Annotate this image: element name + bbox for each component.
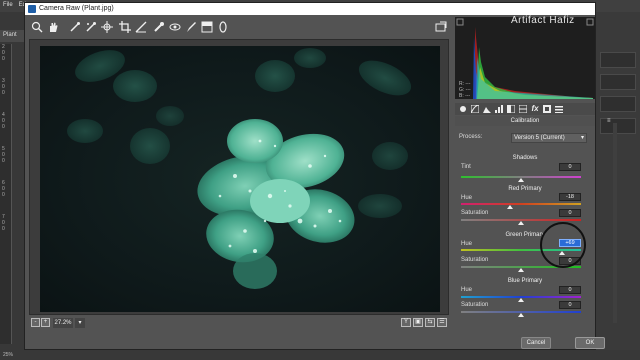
red-hue-label: Hue — [461, 195, 473, 201]
swap-settings-button[interactable]: ⇆ — [425, 318, 435, 327]
zoom-tool-icon[interactable] — [31, 21, 43, 33]
ok-button[interactable]: OK — [575, 337, 605, 349]
slider-thumb[interactable] — [518, 313, 524, 317]
shadows-tint-label: Tint — [461, 164, 471, 170]
effects-icon[interactable]: fx — [531, 105, 539, 113]
split-toning-icon[interactable] — [506, 104, 516, 114]
document-tab[interactable]: Plant — [0, 30, 26, 42]
rgb-readout: R: --- G: --- B: --- — [459, 81, 471, 99]
before-after-toggle-button[interactable]: Y — [401, 318, 411, 327]
chevron-down-icon: ▾ — [580, 135, 584, 141]
red-primary-section-title: Red Primary — [508, 186, 542, 192]
slider-thumb[interactable] — [518, 298, 524, 302]
shadows-tint-value[interactable]: 0 — [559, 163, 581, 171]
zoom-status: 25% — [3, 352, 14, 358]
zoom-level[interactable]: 27.2% — [53, 318, 73, 328]
panel-title: Calibration — [455, 116, 595, 126]
zoom-dropdown[interactable]: ▾ — [75, 318, 85, 328]
plant-photo-preview — [40, 46, 440, 312]
vertical-ruler: 200 300 400 500 600 700 — [0, 44, 12, 344]
radial-filter-tool-icon[interactable] — [217, 21, 229, 33]
menu-file[interactable]: File — [0, 0, 16, 10]
shadows-section-title: Shadows — [512, 155, 538, 161]
targeted-adjustment-tool-icon[interactable] — [101, 21, 113, 33]
blue-hue-value[interactable]: 0 — [559, 286, 581, 294]
blue-saturation-slider[interactable] — [461, 311, 581, 317]
red-eye-tool-icon[interactable] — [169, 21, 181, 33]
red-hue-value[interactable]: -18 — [559, 193, 581, 201]
camera-raw-dialog: Camera Raw (Plant.jpg) - + 27.2% ▾ Y ▣ ⇆… — [24, 2, 617, 350]
slider-thumb[interactable] — [518, 268, 524, 272]
detail-icon[interactable] — [483, 105, 491, 113]
zoom-out-button[interactable]: - — [31, 318, 40, 327]
green-hue-label: Hue — [461, 241, 473, 247]
white-balance-tool-icon[interactable] — [69, 21, 81, 33]
process-label: Process: — [459, 134, 483, 140]
calibration-icon[interactable] — [543, 105, 551, 113]
green-saturation-label: Saturation — [461, 257, 489, 263]
lens-corrections-icon[interactable] — [518, 104, 528, 114]
panel-scrollbar[interactable] — [613, 123, 617, 323]
ps-panel-slot[interactable] — [600, 96, 636, 112]
hsl-icon[interactable] — [495, 105, 503, 113]
red-saturation-label: Saturation — [461, 210, 489, 216]
toolbar — [25, 15, 451, 39]
photoshop-app-icon — [28, 5, 36, 13]
magnifier-highlight-circle — [540, 222, 586, 268]
watermark-text: Artifact Hafiz — [511, 15, 575, 26]
slider-thumb[interactable] — [507, 205, 514, 209]
photoshop-statusbar: 25% — [0, 350, 640, 360]
straighten-tool-icon[interactable] — [135, 21, 147, 33]
zoom-in-button[interactable]: + — [41, 318, 50, 327]
ps-panel-slot[interactable] — [600, 74, 636, 90]
tone-curve-icon[interactable] — [470, 104, 480, 114]
ps-panel-slot[interactable] — [600, 118, 636, 134]
blue-saturation-value[interactable]: 0 — [559, 301, 581, 309]
slider-thumb[interactable] — [518, 221, 524, 225]
color-sampler-tool-icon[interactable] — [85, 21, 97, 33]
dialog-titlebar: Camera Raw (Plant.jpg) — [25, 3, 595, 15]
blue-hue-slider[interactable] — [461, 296, 581, 302]
before-after-split-button[interactable]: ▣ — [413, 318, 423, 327]
slider-thumb[interactable] — [518, 178, 524, 182]
preview-preferences-button[interactable]: ☰ — [437, 318, 447, 327]
panel-tabs: fx — [455, 103, 595, 115]
blue-saturation-label: Saturation — [461, 302, 489, 308]
spot-removal-tool-icon[interactable] — [153, 21, 165, 33]
red-hue-slider[interactable] — [461, 203, 581, 209]
basic-panel-icon[interactable] — [459, 105, 467, 113]
blue-hue-label: Hue — [461, 287, 473, 293]
graduated-filter-tool-icon[interactable] — [201, 21, 213, 33]
red-saturation-slider[interactable] — [461, 219, 581, 225]
blue-primary-section-title: Blue Primary — [507, 278, 543, 284]
cancel-button[interactable]: Cancel — [521, 337, 551, 349]
red-saturation-value[interactable]: 0 — [559, 209, 581, 217]
dialog-title: Camera Raw (Plant.jpg) — [39, 5, 114, 12]
photoshop-right-panels — [596, 12, 640, 350]
preview-bottom-bar: - + 27.2% ▾ Y ▣ ⇆ ☰ — [29, 316, 449, 330]
shadows-tint-slider[interactable] — [461, 176, 581, 182]
process-version-select[interactable]: Version 5 (Current) ▾ — [511, 133, 587, 143]
crop-tool-icon[interactable] — [119, 21, 131, 33]
hand-tool-icon[interactable] — [47, 21, 59, 33]
presets-icon[interactable] — [555, 105, 563, 113]
preview-canvas[interactable] — [29, 39, 449, 315]
ps-panel-slot[interactable] — [600, 52, 636, 68]
open-dialog-icon[interactable] — [435, 21, 447, 33]
adjustment-brush-tool-icon[interactable] — [185, 21, 197, 33]
